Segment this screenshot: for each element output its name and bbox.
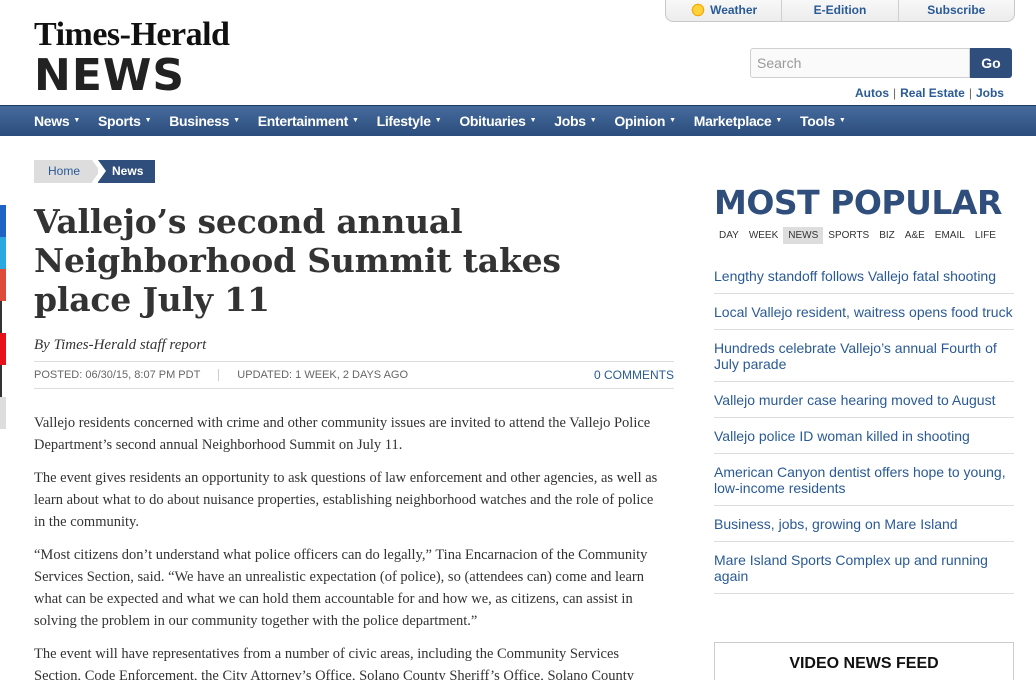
tab-sports[interactable]: SPORTS	[823, 227, 874, 244]
google-plus-share-icon[interactable]	[0, 269, 6, 301]
caret-down-icon: ▼	[233, 117, 240, 124]
breadcrumb: Home News	[34, 160, 156, 183]
breadcrumb-news[interactable]: News	[98, 160, 156, 183]
weather-link[interactable]: Weather	[666, 0, 783, 21]
tab-biz[interactable]: BIZ	[874, 227, 900, 244]
nav-label: Entertainment	[257, 113, 349, 129]
article-paragraph: Vallejo residents concerned with crime a…	[34, 415, 651, 453]
nav-label: Tools	[800, 113, 835, 129]
popular-story-link[interactable]: Mare Island Sports Complex up and runnin…	[714, 542, 1014, 594]
facebook-share-icon[interactable]	[0, 205, 6, 237]
nav-item-jobs[interactable]: Jobs ▼	[545, 106, 605, 136]
article-byline: By Times-Herald staff report	[34, 337, 207, 353]
autos-link[interactable]: Autos	[855, 86, 889, 100]
more-share-icon[interactable]	[0, 397, 6, 429]
nav-item-opinion[interactable]: Opinion ▼	[605, 106, 684, 136]
weather-label: Weather	[710, 2, 758, 17]
popular-story-link[interactable]: Local Vallejo resident, waitress opens f…	[714, 294, 1014, 330]
sun-icon	[690, 1, 707, 18]
popular-story-link[interactable]: Vallejo police ID woman killed in shooti…	[714, 418, 1014, 454]
article-meta: POSTED: 06/30/15, 8:07 PM PDT UPDATED: 1…	[34, 361, 674, 389]
caret-down-icon: ▼	[838, 117, 846, 124]
logo-section[interactable]: NEWS	[34, 50, 185, 101]
nav-label: News	[34, 113, 70, 129]
tab-ae[interactable]: A&E	[900, 227, 930, 244]
masthead: Times-Herald NEWS Weather E-Edition Subs…	[0, 0, 1036, 105]
popular-story-link[interactable]: Business, jobs, growing on Mare Island	[714, 506, 1014, 542]
article-body: Vallejo residents concerned with crime a…	[34, 412, 659, 680]
article-paragraph: The event will have representatives from…	[34, 646, 635, 680]
tab-week[interactable]: WEEK	[744, 227, 783, 244]
subscribe-link[interactable]: Subscribe	[899, 0, 1014, 21]
article-paragraph: “Most citizens don’t understand what pol…	[34, 547, 648, 629]
caret-down-icon: ▼	[351, 117, 359, 124]
main-nav: News ▼ Sports ▼ Business ▼ Entertainment ▼ L…	[0, 105, 1036, 136]
caret-down-icon: ▼	[144, 117, 152, 124]
nav-label: Opinion	[614, 113, 666, 129]
popular-story-link[interactable]: American Canyon dentist offers hope to y…	[714, 454, 1014, 506]
jobs-link[interactable]: Jobs	[976, 86, 1004, 100]
share-icon[interactable]	[0, 301, 6, 333]
breadcrumb-home[interactable]: Home	[34, 160, 101, 183]
nav-label: Business	[169, 113, 230, 129]
nav-label: Marketplace	[693, 113, 772, 129]
popular-story-link[interactable]: Hundreds celebrate Vallejo’s annual Four…	[714, 330, 1014, 382]
tab-news[interactable]: NEWS	[783, 227, 824, 244]
popular-story-link[interactable]: Lengthy standoff follows Vallejo fatal s…	[714, 258, 1014, 294]
caret-down-icon: ▼	[669, 117, 676, 124]
separator: |	[893, 86, 897, 100]
pinterest-share-icon[interactable]	[0, 333, 6, 365]
top-links: Weather E-Edition Subscribe	[665, 0, 1015, 22]
caret-down-icon: ▼	[529, 117, 537, 124]
most-popular-list: Lengthy standoff follows Vallejo fatal s…	[714, 258, 1014, 594]
e-edition-link[interactable]: E-Edition	[782, 0, 899, 21]
e-edition-label: E-Edition	[813, 2, 867, 17]
sub-links: Autos | Real Estate | Jobs	[855, 86, 1004, 100]
subscribe-label: Subscribe	[927, 2, 986, 17]
caret-down-icon: ▼	[434, 117, 442, 124]
social-share-bar	[0, 205, 6, 429]
nav-item-entertainment[interactable]: Entertainment ▼	[249, 106, 368, 136]
article-headline: Vallejo’s second annual Neighborhood Sum…	[34, 202, 561, 319]
search-input[interactable]	[750, 48, 970, 78]
tab-day[interactable]: DAY	[714, 227, 744, 244]
nav-item-obituaries[interactable]: Obituaries ▼	[450, 106, 545, 136]
caret-down-icon: ▼	[775, 117, 783, 124]
nav-label: Jobs	[554, 113, 586, 129]
article-paragraph: The event gives residents an opportunity…	[34, 470, 658, 530]
caret-down-icon: ▼	[589, 117, 597, 124]
twitter-share-icon[interactable]	[0, 237, 6, 269]
email-share-icon[interactable]	[0, 365, 6, 397]
posted-date: POSTED: 06/30/15, 8:07 PM PDT	[34, 369, 201, 381]
nav-item-sports[interactable]: Sports ▼	[89, 106, 160, 136]
real-estate-link[interactable]: Real Estate	[900, 86, 965, 100]
nav-label: Obituaries	[459, 113, 526, 129]
separator: |	[968, 86, 972, 100]
comments-link[interactable]: 0 COMMENTS	[594, 368, 674, 382]
tab-email[interactable]: EMAIL	[930, 227, 970, 244]
popular-story-link[interactable]: Vallejo murder case hearing moved to Aug…	[714, 382, 1014, 418]
updated-date: UPDATED: 1 WEEK, 2 DAYS AGO	[218, 369, 408, 381]
logo-title[interactable]: Times-Herald	[34, 16, 230, 54]
most-popular-tabs: DAY WEEK NEWS SPORTS BIZ A&E EMAIL LIFE	[714, 227, 1001, 244]
nav-item-marketplace[interactable]: Marketplace ▼	[685, 106, 791, 136]
video-news-feed-header: VIDEO NEWS FEED	[714, 642, 1014, 680]
nav-label: Sports	[98, 113, 141, 129]
nav-item-tools[interactable]: Tools ▼	[791, 106, 854, 136]
nav-item-lifestyle[interactable]: Lifestyle ▼	[368, 106, 451, 136]
nav-item-business[interactable]: Business ▼	[160, 106, 249, 136]
most-popular-title: MOST POPULAR	[714, 183, 1002, 222]
tab-life[interactable]: LIFE	[970, 227, 1001, 244]
nav-label: Lifestyle	[376, 113, 431, 129]
caret-down-icon: ▼	[73, 117, 81, 124]
nav-item-news[interactable]: News ▼	[25, 106, 89, 136]
go-button[interactable]: Go	[970, 48, 1012, 78]
